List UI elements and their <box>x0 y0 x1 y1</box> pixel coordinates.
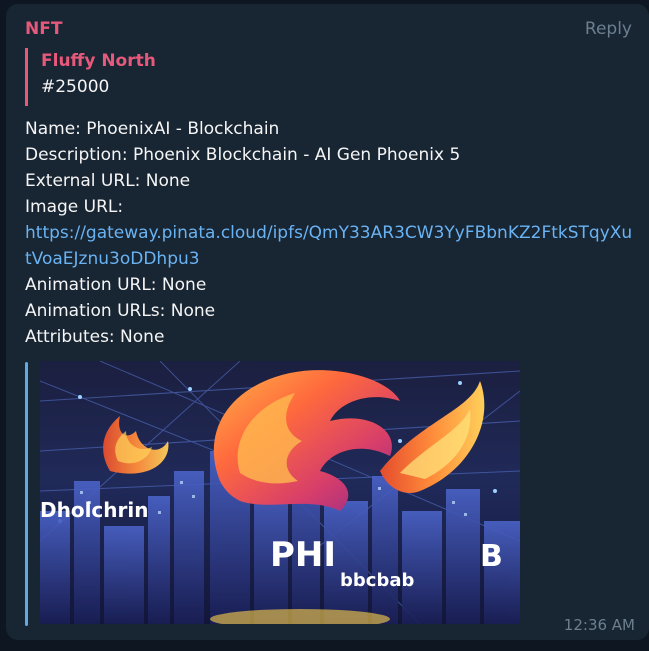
sender-name[interactable]: NFT <box>25 18 62 40</box>
image-text-center-sub: bbcbab <box>340 570 414 591</box>
image-text-right: B <box>480 539 503 574</box>
quote-author: Fluffy North <box>41 51 156 71</box>
quote-text: #25000 <box>41 77 110 97</box>
phoenix-image-art: Dholchrin PHI bbcbab B <box>40 361 520 624</box>
link-preview-bar <box>25 362 28 626</box>
image-text-center: PHI <box>270 535 336 575</box>
animation-urls-line: Animation URLs: None <box>25 301 216 321</box>
attributes-line: Attributes: None <box>25 327 165 347</box>
external-url-line: External URL: None <box>25 171 191 191</box>
animation-url-line: Animation URL: None <box>25 275 207 295</box>
name-line: Name: PhoenixAI - Blockchain <box>25 119 280 139</box>
image-url-link[interactable]: https://gateway.pinata.cloud/ipfs/QmY33A… <box>25 220 635 272</box>
message-body: Name: PhoenixAI - Blockchain Description… <box>25 116 640 350</box>
image-url-label: Image URL: <box>25 197 124 217</box>
reply-button[interactable]: Reply <box>585 18 632 40</box>
image-text-left: Dholchrin <box>40 498 149 522</box>
message-timestamp: 12:36 AM <box>563 616 635 634</box>
description-line: Description: Phoenix Blockchain - AI Gen… <box>25 145 461 165</box>
nft-preview-image[interactable]: Dholchrin PHI bbcbab B <box>40 361 520 624</box>
quoted-message[interactable]: Fluffy North #25000 <box>25 48 225 106</box>
message-bubble: NFT Reply Fluffy North #25000 Name: Phoe… <box>6 4 649 640</box>
